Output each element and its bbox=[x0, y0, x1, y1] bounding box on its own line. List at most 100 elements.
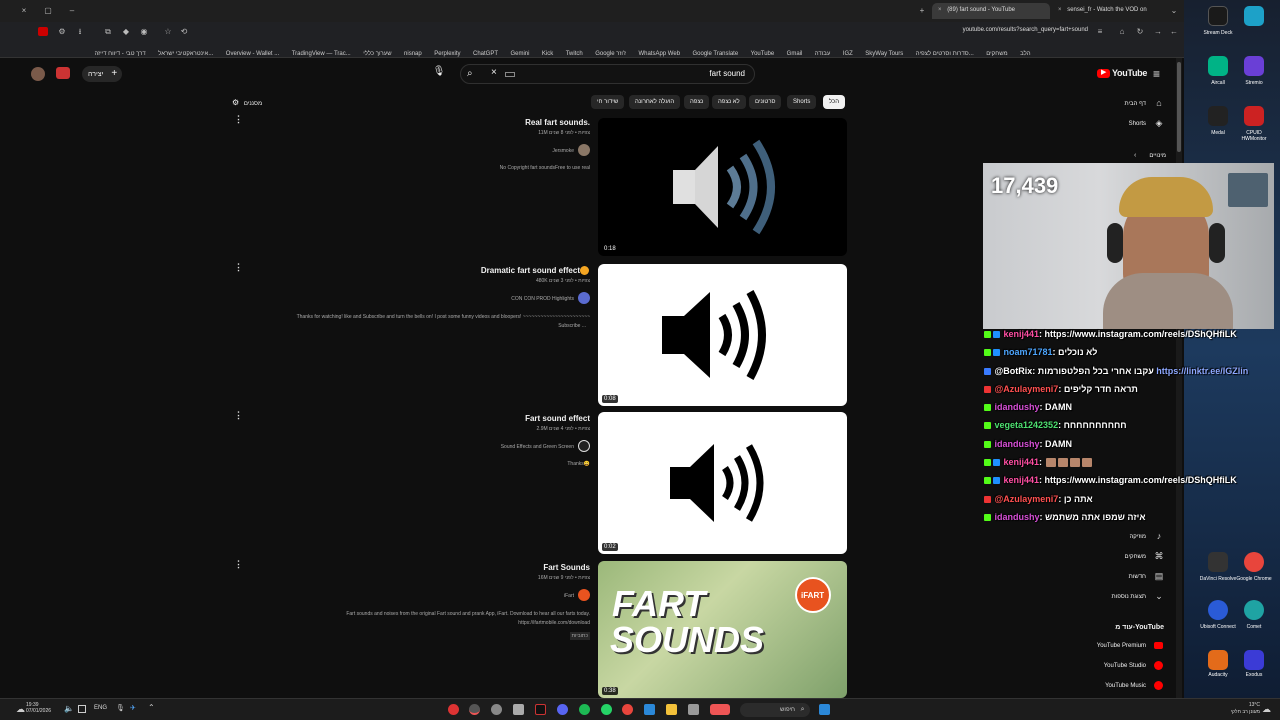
chip-videos[interactable]: סרטונים bbox=[749, 95, 782, 109]
bookmark-item[interactable]: Perplexity bbox=[434, 51, 460, 57]
tab-kick[interactable]: × sensei_fr - Watch the VOD on bbox=[1052, 3, 1162, 19]
tab-youtube[interactable]: × (89) fart sound - YouTube bbox=[932, 3, 1050, 19]
ubisoft-icon[interactable] bbox=[1208, 600, 1228, 620]
ext-icon[interactable] bbox=[38, 27, 48, 36]
close-window-icon[interactable]: × bbox=[20, 7, 28, 15]
tab-list-icon[interactable]: ⌄ bbox=[1170, 7, 1178, 15]
bookmark-item[interactable]: דרך טבי - דיווח דייזה bbox=[94, 51, 145, 57]
stream-deck-icon[interactable] bbox=[1208, 6, 1228, 26]
bookmark-item[interactable]: ChatGPT bbox=[473, 51, 498, 57]
taskbar-whatsapp-icon[interactable] bbox=[601, 704, 612, 715]
stremio-icon[interactable] bbox=[1244, 56, 1264, 76]
video-title[interactable]: Dramatic fart sound effect bbox=[481, 266, 580, 275]
bookmark-item[interactable]: Google Translate bbox=[692, 51, 738, 57]
tab-close-icon[interactable]: × bbox=[938, 7, 942, 13]
video-title[interactable]: Fart Sounds bbox=[543, 563, 590, 572]
sidebar-item-news[interactable]: חדשות bbox=[1129, 574, 1146, 580]
video-thumbnail[interactable]: 0:08 bbox=[598, 264, 847, 406]
chrome-icon[interactable] bbox=[1244, 552, 1264, 572]
create-button[interactable]: יצירה + bbox=[82, 66, 122, 82]
taskbar-discord-icon[interactable] bbox=[557, 704, 568, 715]
taskbar-app-icon[interactable] bbox=[448, 704, 459, 715]
chevron-left-icon[interactable]: ‹ bbox=[1134, 152, 1136, 159]
exodus-icon[interactable] bbox=[1244, 650, 1264, 670]
channel-name[interactable]: Sound Effects and Green Screen bbox=[501, 444, 574, 450]
mic-icon[interactable]: 🎙 bbox=[116, 704, 125, 712]
channel-avatar[interactable] bbox=[578, 589, 590, 601]
sidebar-item-show-more[interactable]: תצוגת נוספות bbox=[1112, 594, 1146, 600]
chat-link[interactable]: https://linktr.ee/IGZlin bbox=[1156, 366, 1248, 376]
new-tab-icon[interactable]: + bbox=[918, 7, 926, 15]
tray-expand-icon[interactable]: ⌃ bbox=[148, 703, 155, 712]
sidebar-item-shorts[interactable]: Shorts bbox=[1129, 121, 1146, 127]
bookmark-item[interactable]: IGZ bbox=[843, 51, 853, 57]
bookmark-item[interactable]: Overview - Wallet ... bbox=[226, 51, 279, 57]
bookmark-item[interactable]: עבודה bbox=[815, 51, 831, 57]
bookmark-item[interactable]: Gmail bbox=[787, 51, 803, 57]
bookmark-item[interactable]: nisnap bbox=[404, 51, 422, 57]
taskbar-search[interactable]: חיפוש ⌕ bbox=[740, 703, 810, 717]
menu-icon[interactable]: ≡ bbox=[1153, 67, 1160, 81]
taskbar-app-icon[interactable] bbox=[710, 704, 730, 715]
avatar[interactable] bbox=[31, 67, 45, 81]
language-indicator[interactable]: ENG bbox=[94, 705, 107, 711]
channel-avatar[interactable] bbox=[578, 144, 590, 156]
bookmark-item[interactable]: Google ז'וזר bbox=[595, 51, 626, 57]
search-icon[interactable]: ⌕ bbox=[467, 68, 473, 79]
video-title[interactable]: Fart sound effect bbox=[525, 414, 590, 423]
bookmark-item[interactable]: הלב bbox=[1020, 51, 1030, 57]
bookmark-item[interactable]: שערוך כללי bbox=[363, 51, 391, 57]
video-link[interactable]: https://ifartmobile.com/download bbox=[518, 620, 590, 626]
chip-watched[interactable]: נצפה bbox=[684, 95, 710, 109]
medal-icon[interactable] bbox=[1208, 106, 1228, 126]
bookmark-item[interactable]: Gemini bbox=[510, 51, 529, 57]
sidebar-item-home[interactable]: דף הבית bbox=[1124, 101, 1146, 107]
bookmark-item[interactable]: סדרות וסרטים לצפיה... bbox=[916, 51, 974, 57]
bookmark-item[interactable]: SkyWay Tours bbox=[865, 51, 903, 57]
aircall-icon[interactable] bbox=[1208, 56, 1228, 76]
sidebar-item-music[interactable]: מוזיקה bbox=[1129, 534, 1146, 540]
search-input[interactable]: fart sound bbox=[640, 69, 745, 78]
tabs-icon[interactable]: ⧉ bbox=[104, 28, 112, 36]
taskbar-calculator-icon[interactable] bbox=[513, 704, 524, 715]
extension-icon[interactable]: ◆ bbox=[122, 28, 130, 36]
extension-icon[interactable]: ⚙ bbox=[58, 28, 66, 36]
download-icon[interactable]: ⭳ bbox=[76, 28, 84, 36]
chip-shorts[interactable]: Shorts bbox=[787, 95, 817, 109]
chip-all[interactable]: הכל bbox=[823, 95, 846, 109]
channel-name[interactable]: Jersmoke bbox=[552, 148, 574, 154]
hwmonitor-icon[interactable] bbox=[1244, 106, 1264, 126]
desktop-app-icon[interactable] bbox=[1244, 6, 1264, 26]
sidebar-item-subscriptions[interactable]: מינויים bbox=[1149, 153, 1166, 159]
clock[interactable]: 19:39 07/01/2026 bbox=[26, 702, 51, 714]
reload-icon[interactable]: ↻ bbox=[1136, 28, 1144, 36]
taskbar-spotify-icon[interactable] bbox=[579, 704, 590, 715]
back-icon[interactable]: → bbox=[1154, 28, 1162, 36]
home-icon[interactable]: ⌂ bbox=[1118, 28, 1126, 36]
speaker-icon[interactable]: 🔈 bbox=[64, 704, 74, 713]
taskbar-app-icon[interactable] bbox=[535, 704, 546, 715]
sidebar-item-youtube-premium[interactable]: YouTube Premium bbox=[1097, 643, 1146, 649]
taskbar-task-view-icon[interactable] bbox=[688, 704, 699, 715]
taskbar-store-icon[interactable] bbox=[644, 704, 655, 715]
bluetooth-icon[interactable]: ✈ bbox=[130, 704, 136, 712]
comet-icon[interactable] bbox=[1244, 600, 1264, 620]
weather-icon[interactable]: ☁ bbox=[16, 704, 25, 715]
weather-widget[interactable]: 13°C מעונן רב חלקי bbox=[1200, 702, 1260, 716]
minimize-window-icon[interactable]: – bbox=[68, 7, 76, 15]
tune-icon[interactable]: ≡ bbox=[1096, 28, 1104, 36]
extension-icon[interactable]: ◉ bbox=[140, 28, 148, 36]
sidebar-item-gaming[interactable]: משחקים bbox=[1125, 554, 1146, 560]
taskbar-obs-icon[interactable] bbox=[469, 704, 480, 715]
channel-name[interactable]: CON CON PROD Highlights bbox=[511, 296, 574, 302]
bookmark-star-icon[interactable]: ☆ bbox=[164, 28, 172, 36]
taskbar-folder-icon[interactable] bbox=[666, 704, 677, 715]
notifications-icon[interactable] bbox=[56, 67, 70, 79]
more-options-icon[interactable]: ⋮ bbox=[234, 559, 243, 570]
bookmark-item[interactable]: Twitch bbox=[566, 51, 583, 57]
channel-name[interactable]: iFart bbox=[564, 593, 574, 599]
tab-close-icon[interactable]: × bbox=[1058, 7, 1062, 13]
share-icon[interactable]: ⟲ bbox=[180, 28, 188, 36]
forward-icon[interactable]: ← bbox=[1170, 28, 1178, 36]
network-icon[interactable] bbox=[78, 705, 86, 713]
